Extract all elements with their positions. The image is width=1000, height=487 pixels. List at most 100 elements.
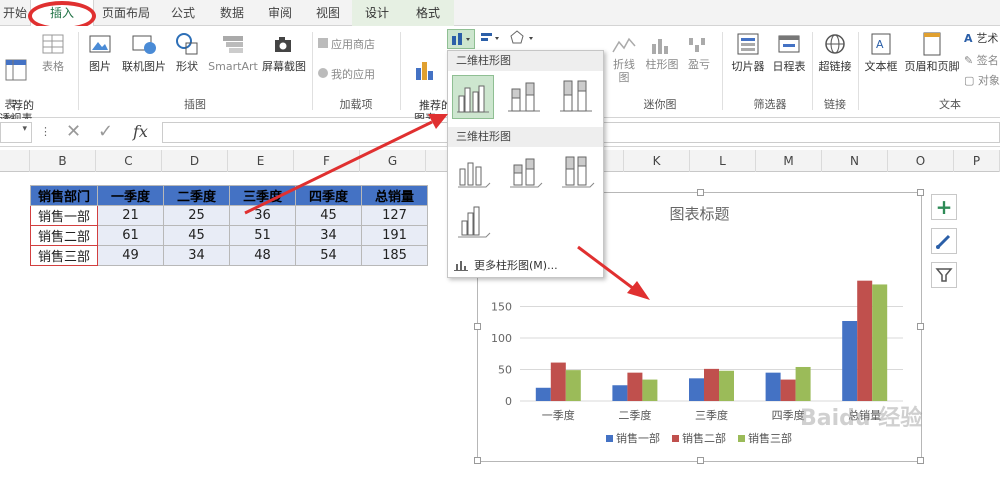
row-label-cell[interactable]: 销售二部 <box>30 225 98 246</box>
row-label-cell[interactable]: 销售一部 <box>30 205 98 226</box>
column-chart-button[interactable] <box>447 29 475 49</box>
resize-handle[interactable] <box>917 189 924 196</box>
object-button[interactable]: ▢ 对象 <box>964 74 1000 87</box>
chart-elements-button[interactable]: + <box>931 194 957 220</box>
tab-data[interactable]: 数据 <box>208 0 256 26</box>
bar <box>842 320 858 401</box>
shapes-label: 形状 <box>176 60 198 73</box>
shapes-button[interactable]: 形状 <box>170 30 204 73</box>
value-cell[interactable]: 25 <box>163 205 230 226</box>
column-header-g[interactable]: G <box>360 150 426 172</box>
bar <box>704 368 719 401</box>
header-footer-button[interactable]: 页眉和页脚 <box>902 30 962 73</box>
column-header-e[interactable]: E <box>228 150 294 172</box>
value-cell[interactable]: 34 <box>295 225 362 246</box>
bar <box>857 280 873 401</box>
column-header-p[interactable]: P <box>954 150 1000 172</box>
slicer-button[interactable]: 切片器 <box>728 30 768 73</box>
3d-stacked-column-option[interactable] <box>504 151 546 195</box>
column-header-n[interactable]: N <box>822 150 888 172</box>
row-label-cell[interactable]: 销售三部 <box>30 245 98 266</box>
3d-clustered-column-option[interactable] <box>452 151 494 195</box>
screenshot-button[interactable]: 屏幕截图 <box>260 30 308 73</box>
value-cell[interactable]: 61 <box>97 225 164 246</box>
resize-handle[interactable] <box>697 457 704 464</box>
tab-format[interactable]: 格式 <box>402 0 454 26</box>
value-cell[interactable]: 191 <box>361 225 428 246</box>
3d-column-icon <box>458 206 491 238</box>
resize-handle[interactable] <box>917 323 924 330</box>
smartart-button[interactable]: SmartArt <box>206 30 260 73</box>
signature-button[interactable]: ✎ 签名 <box>964 54 1000 67</box>
table-button[interactable]: 表格 <box>38 30 68 73</box>
header-cell[interactable]: 四季度 <box>295 185 362 206</box>
value-cell[interactable]: 36 <box>229 205 296 226</box>
3d-percent-stacked-column-option[interactable] <box>556 151 598 195</box>
tab-view[interactable]: 视图 <box>304 0 352 26</box>
column-header-k[interactable]: K <box>624 150 690 172</box>
my-apps-button[interactable]: 我的应用 <box>318 68 386 81</box>
more-column-charts-link[interactable]: 更多柱形图(M)... <box>448 255 603 277</box>
value-cell[interactable]: 21 <box>97 205 164 226</box>
resize-handle[interactable] <box>474 457 481 464</box>
column-header-d[interactable]: D <box>162 150 228 172</box>
value-cell[interactable]: 51 <box>229 225 296 246</box>
enter-icon[interactable]: ✓ <box>98 121 113 142</box>
value-cell[interactable]: 185 <box>361 245 428 266</box>
app-store-button[interactable]: 应用商店 <box>318 38 386 51</box>
resize-handle[interactable] <box>474 323 481 330</box>
resize-handle[interactable] <box>697 189 704 196</box>
name-box[interactable]: ▾ <box>0 122 32 143</box>
percent-stacked-column-option[interactable] <box>556 75 598 119</box>
column-header-f[interactable]: F <box>294 150 360 172</box>
value-cell[interactable]: 49 <box>97 245 164 266</box>
cancel-icon[interactable]: ✕ <box>66 121 81 142</box>
wordart-button[interactable]: A 艺术 <box>964 32 1000 45</box>
sparkline-line-button[interactable]: 折线图 <box>608 34 640 84</box>
sparkline-column-button[interactable]: 柱形图 <box>644 34 680 71</box>
value-cell[interactable]: 45 <box>295 205 362 226</box>
header-cell[interactable]: 三季度 <box>229 185 296 206</box>
radar-chart-button[interactable] <box>507 29 535 49</box>
3d-column-option[interactable] <box>452 201 494 245</box>
function-icon[interactable]: fx <box>133 122 148 141</box>
header-cell[interactable]: 一季度 <box>97 185 164 206</box>
resize-handle[interactable] <box>917 457 924 464</box>
tab-design[interactable]: 设计 <box>352 0 402 26</box>
header-cell[interactable]: 销售部门 <box>30 185 98 206</box>
tab-formulas[interactable]: 公式 <box>158 0 208 26</box>
y-tick-label: 0 <box>505 395 512 408</box>
clustered-column-option[interactable] <box>452 75 494 119</box>
column-header-c[interactable]: C <box>96 150 162 172</box>
stacked-column-option[interactable] <box>504 75 546 119</box>
value-cell[interactable]: 54 <box>295 245 362 266</box>
value-cell[interactable]: 34 <box>163 245 230 266</box>
header-cell[interactable]: 二季度 <box>163 185 230 206</box>
column-header-o[interactable]: O <box>888 150 954 172</box>
hyperlink-button[interactable]: 超链接 <box>815 30 855 73</box>
online-picture-button[interactable]: 联机图片 <box>120 30 168 73</box>
select-all-corner[interactable] <box>0 150 30 172</box>
textbox-button[interactable]: A 文本框 <box>862 30 900 73</box>
column-header-m[interactable]: M <box>756 150 822 172</box>
legend-entry: 销售一部 <box>616 431 660 445</box>
picture-button[interactable]: 图片 <box>84 30 116 73</box>
tab-page-layout[interactable]: 页面布局 <box>94 0 158 26</box>
value-cell[interactable]: 48 <box>229 245 296 266</box>
sparkline-winloss-button[interactable]: 盈亏 <box>684 34 714 71</box>
column-header-b[interactable]: B <box>30 150 96 172</box>
value-cell[interactable]: 45 <box>163 225 230 246</box>
group-text-label: 文本 <box>939 98 961 111</box>
timeline-button[interactable]: 日程表 <box>770 30 808 73</box>
column-header-l[interactable]: L <box>690 150 756 172</box>
chart-filters-button[interactable] <box>931 262 957 288</box>
bar-chart-icon <box>481 33 499 41</box>
chart-styles-button[interactable] <box>931 228 957 254</box>
tab-home[interactable]: 开始 <box>0 0 30 26</box>
y-tick-label: 100 <box>491 332 512 345</box>
bar-chart-button[interactable] <box>478 29 504 49</box>
tab-review[interactable]: 审阅 <box>256 0 304 26</box>
header-cell[interactable]: 总销量 <box>361 185 428 206</box>
bar <box>550 362 566 401</box>
value-cell[interactable]: 127 <box>361 205 428 226</box>
